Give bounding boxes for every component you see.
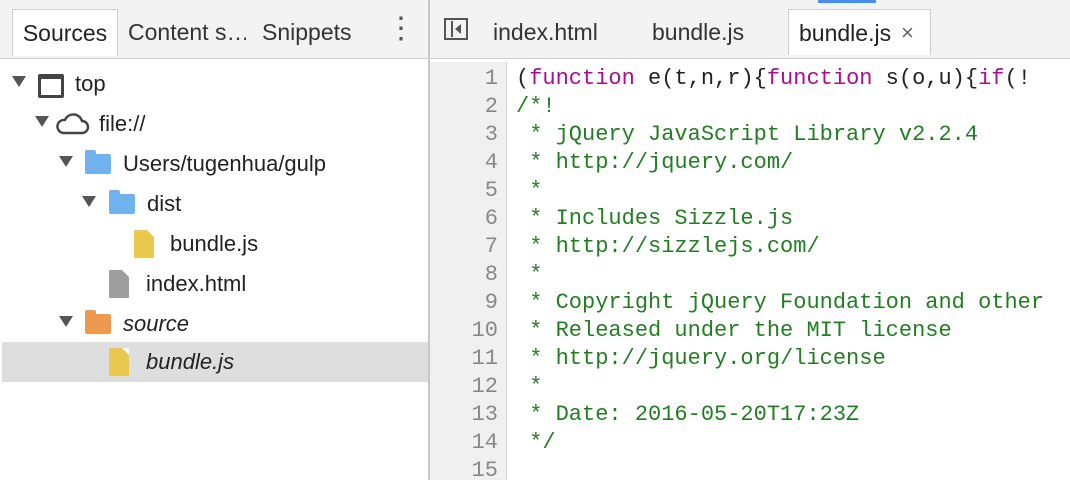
code-editor[interactable]: 1 2 3 4 5 6 7 8 9 10 11 12 13 14 15 (fun… bbox=[430, 62, 1070, 480]
line-number[interactable]: 3 bbox=[430, 121, 498, 149]
line-number[interactable]: 12 bbox=[430, 373, 498, 401]
editor-tab-bundle-js[interactable]: bundle.js bbox=[652, 9, 744, 55]
editor-tabbar: index.html bundle.js bundle.js × bbox=[430, 0, 1070, 59]
expand-arrow-icon[interactable] bbox=[82, 196, 96, 207]
code-comment-line: /*! bbox=[516, 94, 556, 119]
code-keyword: function bbox=[529, 66, 635, 91]
editor-pane: index.html bundle.js bundle.js × 1 2 3 4… bbox=[430, 0, 1070, 480]
code-token: (! bbox=[1004, 66, 1031, 91]
code-line: (function e(t,n,r){function s(o,u){if(! bbox=[516, 65, 1031, 93]
file-icon bbox=[134, 230, 154, 258]
line-number[interactable]: 11 bbox=[430, 345, 498, 373]
tree-item-label: source bbox=[123, 311, 190, 336]
code-keyword: function bbox=[766, 66, 873, 91]
frame-icon bbox=[38, 74, 64, 98]
tab-content-scripts[interactable]: Content s… bbox=[128, 9, 246, 55]
tree-item-source-folder[interactable]: source bbox=[2, 304, 428, 344]
file-tree: top file:// Users/tugenhua/gulp dist bun… bbox=[0, 62, 428, 480]
code-comment-line: * Includes Sizzle.js bbox=[516, 206, 794, 231]
line-number[interactable]: 15 bbox=[430, 457, 498, 480]
tree-item-source-bundle[interactable]: bundle.js bbox=[2, 342, 428, 382]
code-comment-line: * http://jquery.org/license bbox=[516, 346, 886, 371]
focus-accent-bar bbox=[818, 0, 876, 3]
tab-sources[interactable]: Sources bbox=[12, 9, 118, 56]
tree-item-users-folder[interactable]: Users/tugenhua/gulp bbox=[2, 144, 428, 184]
cloud-icon bbox=[56, 113, 90, 135]
navigator-tabbar: Sources Content s… Snippets ⋮ bbox=[0, 0, 428, 59]
tree-item-file[interactable]: file:// bbox=[2, 104, 428, 144]
toggle-navigator-icon[interactable] bbox=[444, 18, 468, 40]
folder-icon bbox=[109, 190, 135, 214]
tree-item-label: index.html bbox=[146, 271, 247, 296]
code-comment-line: * bbox=[516, 262, 543, 287]
code-comment-line: */ bbox=[516, 430, 556, 455]
line-number[interactable]: 13 bbox=[430, 401, 498, 429]
line-number[interactable]: 6 bbox=[430, 205, 498, 233]
file-icon bbox=[109, 270, 129, 298]
expand-arrow-icon[interactable] bbox=[35, 116, 49, 127]
code-keyword: if bbox=[978, 66, 1005, 91]
code-comment-line: * http://sizzlejs.com/ bbox=[516, 234, 820, 259]
file-icon bbox=[109, 348, 129, 376]
devtools-sources-panel: Sources Content s… Snippets ⋮ top file:/… bbox=[0, 0, 1070, 480]
line-number[interactable]: 5 bbox=[430, 177, 498, 205]
tree-item-label: Users/tugenhua/gulp bbox=[123, 151, 327, 176]
line-number-gutter: 1 2 3 4 5 6 7 8 9 10 11 12 13 14 15 bbox=[430, 62, 507, 480]
code-comment-line: * jQuery JavaScript Library v2.2.4 bbox=[516, 122, 979, 147]
editor-tab-label: bundle.js bbox=[799, 20, 892, 46]
tree-item-index-html[interactable]: index.html bbox=[2, 264, 428, 304]
code-token: s(o,u){ bbox=[872, 66, 979, 91]
line-number[interactable]: 7 bbox=[430, 233, 498, 261]
line-number[interactable]: 9 bbox=[430, 289, 498, 317]
tree-item-top[interactable]: top bbox=[2, 64, 428, 104]
code-comment-line: * bbox=[516, 178, 543, 203]
folder-icon bbox=[85, 150, 111, 174]
code-token: e(t,n,r){ bbox=[634, 66, 767, 91]
tree-item-label: top bbox=[75, 71, 106, 96]
tree-item-label: file:// bbox=[99, 111, 146, 136]
expand-arrow-icon[interactable] bbox=[59, 316, 73, 327]
line-number[interactable]: 14 bbox=[430, 429, 498, 457]
code-comment-line: * Copyright jQuery Foundation and other bbox=[516, 290, 1045, 315]
line-number[interactable]: 8 bbox=[430, 261, 498, 289]
close-icon[interactable]: × bbox=[901, 10, 914, 56]
code-token: ( bbox=[516, 66, 530, 91]
tab-snippets[interactable]: Snippets bbox=[262, 9, 372, 55]
expand-arrow-icon[interactable] bbox=[59, 156, 73, 167]
line-number[interactable]: 10 bbox=[430, 317, 498, 345]
expand-arrow-icon[interactable] bbox=[12, 76, 26, 87]
code-comment-line: * bbox=[516, 374, 543, 399]
tree-item-label: bundle.js bbox=[170, 231, 259, 256]
tree-item-label: bundle.js bbox=[146, 349, 235, 374]
tree-item-dist-bundle[interactable]: bundle.js bbox=[2, 224, 428, 264]
navigator-pane: Sources Content s… Snippets ⋮ top file:/… bbox=[0, 0, 430, 480]
code-comment-line: * Released under the MIT license bbox=[516, 318, 952, 343]
tree-item-label: dist bbox=[147, 191, 182, 216]
tree-item-dist-folder[interactable]: dist bbox=[2, 184, 428, 224]
editor-tab-index-html[interactable]: index.html bbox=[493, 9, 598, 55]
code-comment-line: * Date: 2016-05-20T17:23Z bbox=[516, 402, 860, 427]
editor-tab-bundle-js-active[interactable]: bundle.js × bbox=[788, 9, 931, 55]
line-number[interactable]: 1 bbox=[430, 65, 498, 93]
code-comment-line: * http://jquery.com/ bbox=[516, 150, 794, 175]
line-number[interactable]: 4 bbox=[430, 149, 498, 177]
line-number[interactable]: 2 bbox=[430, 93, 498, 121]
more-options-icon[interactable]: ⋮ bbox=[386, 14, 416, 48]
folder-icon bbox=[85, 310, 111, 334]
